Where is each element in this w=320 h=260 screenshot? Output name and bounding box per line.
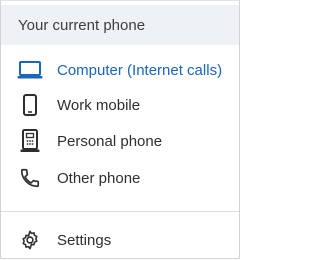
menu-item-personal-phone[interactable]: Personal phone (1, 121, 239, 161)
menu-item-label: Work mobile (57, 96, 141, 114)
laptop-icon (17, 57, 43, 83)
menu-item-other-phone[interactable]: Other phone (1, 158, 239, 198)
phone-selector-menu: Your current phone Computer (Internet ca… (0, 0, 240, 259)
menu-item-label: Personal phone (57, 132, 163, 150)
settings-label: Settings (57, 231, 112, 249)
menu-divider (1, 211, 239, 212)
gear-icon (17, 227, 43, 253)
handset-icon (17, 165, 43, 191)
menu-item-computer[interactable]: Computer (Internet calls) (1, 50, 239, 90)
mobile-phone-icon (17, 92, 43, 118)
menu-header-label: Your current phone (18, 16, 146, 34)
menu-item-settings[interactable]: Settings (1, 220, 239, 260)
menu-header: Your current phone (1, 5, 239, 45)
desk-phone-icon (17, 128, 43, 154)
menu-item-label: Other phone (57, 169, 141, 187)
menu-item-work-mobile[interactable]: Work mobile (1, 85, 239, 125)
menu-item-label: Computer (Internet calls) (57, 61, 223, 79)
